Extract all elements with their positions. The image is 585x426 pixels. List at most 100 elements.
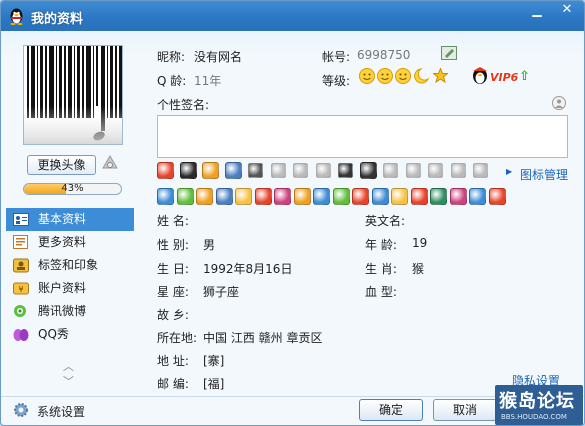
level-label: 等级: [322, 74, 351, 88]
tag-icon [13, 258, 29, 273]
progress-text: 43% [61, 183, 84, 194]
service-icons-row-1 [157, 162, 517, 180]
signature-history-icon[interactable] [551, 95, 567, 111]
system-settings-label: 系统设置 [37, 405, 86, 419]
scroll-down-icon[interactable]: ﹀ [63, 373, 74, 389]
address-label: 地 址: [157, 354, 189, 368]
sidebar-item-account[interactable]: ¥ 账户资料 [6, 277, 134, 300]
signature-input[interactable] [157, 115, 568, 158]
diamond-icon[interactable] [248, 163, 263, 178]
diamond-icon[interactable] [405, 163, 421, 178]
icon-manage-link[interactable]: 图标管理 [520, 166, 568, 183]
group-icon[interactable] [391, 188, 408, 205]
hometown-label: 故 乡: [157, 308, 189, 322]
music-icon[interactable] [359, 162, 377, 179]
barcode-avatar-image [24, 46, 122, 144]
title-bar[interactable]: 我的资料 ▁ ✕ [1, 1, 584, 31]
sidebar-item-label: QQ秀 [38, 327, 69, 341]
q-age-value: 11年 [194, 74, 222, 88]
pet-icon[interactable] [176, 188, 194, 205]
weibo-icon [14, 305, 26, 317]
diamond-icon[interactable] [338, 163, 353, 178]
signature-label: 个性签名: [157, 98, 210, 112]
sidebar-item-weibo[interactable]: 腾讯微博 [6, 300, 134, 323]
sidebar-item-label: 账户资料 [38, 281, 87, 295]
level-icons [359, 68, 430, 84]
horn-icon[interactable] [202, 162, 219, 179]
globe-icon[interactable] [332, 188, 350, 205]
close-icon: ✕ [561, 2, 573, 17]
edit-icon[interactable] [441, 46, 457, 60]
minimize-icon: ▁ [532, 3, 542, 17]
watermark-sub-text: BBS.HOUDAO.COM [501, 413, 567, 421]
ok-button[interactable]: 确定 [359, 399, 423, 421]
diamond-icon[interactable] [270, 163, 286, 178]
sidebar-item-qqshow[interactable]: QQ秀 [6, 323, 134, 346]
movie-icon[interactable] [410, 188, 428, 205]
blood-type-label: 血 型: [365, 285, 397, 299]
diamond-icon[interactable] [450, 163, 466, 178]
close-button[interactable]: ✕ [553, 1, 581, 21]
sidebar-nav: 基本资料 更多资料 标签和印象 ¥ 账户资料 腾讯微博 QQ秀 [6, 208, 134, 346]
change-avatar-button[interactable]: 更换头像 [27, 155, 96, 175]
account-value: 6998750 [357, 48, 411, 62]
game-icon[interactable] [254, 188, 272, 205]
mail-icon[interactable] [235, 188, 252, 205]
watermark-main-text: 猴岛论坛 [499, 391, 575, 412]
diamond-icon[interactable] [383, 163, 398, 178]
diamond-icon[interactable] [473, 163, 488, 178]
game-icon[interactable] [469, 188, 486, 205]
star-badge-icon[interactable] [293, 188, 311, 205]
age-label: 年 龄: [365, 238, 397, 252]
scroll-up-icon[interactable]: ︿ [63, 358, 74, 374]
nickname-label: 昵称: [157, 50, 186, 64]
star-icon [433, 68, 448, 83]
search-icon[interactable] [196, 188, 213, 205]
moon-icon [414, 68, 430, 84]
penguin-icon[interactable] [488, 188, 506, 205]
sidebar-item-label: 基本资料 [38, 212, 87, 226]
browser-icon[interactable] [313, 188, 330, 205]
zodiac-label: 生 肖: [365, 262, 397, 276]
diamond-icon[interactable] [293, 163, 308, 178]
diamond-icon[interactable] [315, 163, 331, 178]
ie-icon[interactable] [371, 188, 389, 205]
cancel-button[interactable]: 取消 [433, 399, 497, 421]
vip-penguin-icon[interactable] [471, 67, 489, 85]
qq-game-icon[interactable] [179, 162, 197, 179]
document-icon [13, 235, 28, 249]
expand-icons-icon[interactable]: ▶ [506, 167, 512, 176]
penguin-icon[interactable] [157, 162, 174, 179]
age-value: 19 [412, 236, 428, 250]
location-value: 中国 江西 赣州 章贡区 [203, 331, 323, 345]
pet-icon[interactable] [449, 188, 467, 205]
sidebar-item-label: 更多资料 [38, 235, 87, 249]
vip-level-text: VIP6 [490, 71, 519, 84]
constellation-value: 狮子座 [203, 285, 240, 299]
gift-icon[interactable] [274, 188, 291, 205]
gender-value: 男 [203, 238, 216, 252]
watermark-logo: 猴岛论坛 BBS.HOUDAO.COM [495, 385, 583, 425]
diamond-icon[interactable] [428, 163, 443, 178]
address-value: [寨] [203, 354, 225, 368]
name-label: 姓 名: [157, 214, 189, 228]
avatar[interactable] [23, 45, 123, 145]
sidebar-item-tags[interactable]: 标签和印象 [6, 254, 134, 277]
music-icon[interactable] [215, 188, 233, 205]
map-icon[interactable] [430, 188, 447, 205]
birthday-label: 生 日: [157, 262, 189, 276]
level-up-arrow-icon: ⇧ [519, 69, 530, 84]
wallet-icon: ¥ [13, 282, 29, 295]
sidebar-item-label: 标签和印象 [38, 258, 99, 272]
sun-icon [359, 68, 375, 84]
minimize-button[interactable]: ▁ [523, 1, 551, 21]
sidebar-item-basic-info[interactable]: 基本资料 [6, 208, 134, 231]
shop-icon[interactable] [352, 188, 369, 205]
sidebar-item-more-info[interactable]: 更多资料 [6, 231, 134, 254]
qzone-icon[interactable] [157, 188, 174, 205]
sun-icon [395, 68, 411, 84]
gear-icon [14, 403, 28, 417]
phone-icon[interactable] [224, 162, 242, 179]
camera-icon[interactable] [101, 155, 119, 173]
constellation-label: 星 座: [157, 285, 189, 299]
